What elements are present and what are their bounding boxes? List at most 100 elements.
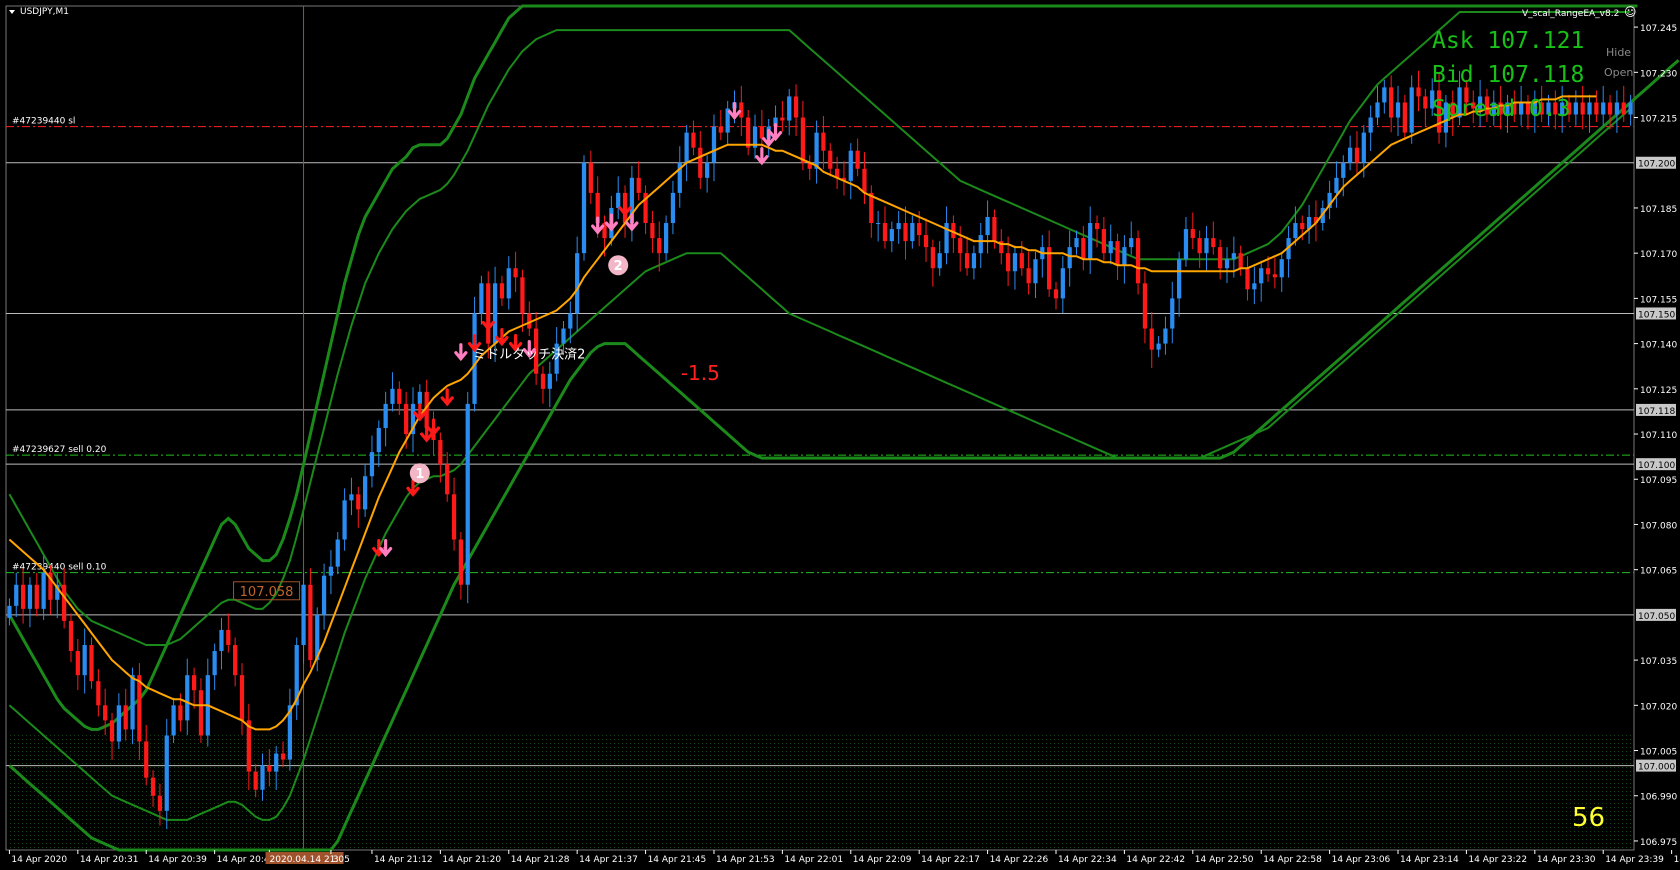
candle: [1190, 212, 1195, 250]
price-tick-label: 107.140: [1640, 341, 1677, 351]
candle: [308, 568, 313, 668]
candle: [527, 301, 532, 337]
candle: [1176, 251, 1182, 317]
time-tick-label: 14 Apr 21:53: [716, 855, 775, 865]
candle: [711, 114, 717, 182]
candle-body: [1019, 253, 1024, 269]
candle: [971, 245, 977, 280]
candle-body: [1382, 87, 1387, 103]
candle-body: [362, 476, 368, 510]
candle-body: [20, 584, 26, 609]
candle: [855, 138, 860, 177]
candle-body: [233, 645, 238, 676]
candle: [89, 637, 94, 689]
time-tick-label: 14 Apr 23:30: [1537, 855, 1596, 865]
candle-body: [1334, 177, 1339, 193]
candle-body: [383, 403, 388, 428]
candle: [1389, 75, 1394, 133]
candle-body: [780, 117, 785, 121]
candle: [636, 161, 641, 201]
time-tick-label: 14 Apr 21:20: [442, 855, 501, 865]
candle: [82, 628, 87, 694]
candle: [910, 215, 915, 249]
candle-body: [684, 132, 689, 163]
candle-body: [1580, 102, 1585, 115]
candle-body: [561, 328, 566, 344]
candle: [458, 531, 464, 600]
candle-body: [438, 440, 443, 465]
candle-body: [390, 388, 395, 404]
candle: [1259, 260, 1264, 302]
candle: [848, 143, 853, 200]
candle-body: [157, 795, 163, 811]
candle-body: [1259, 268, 1264, 284]
time-tick-label: 3: [333, 855, 339, 865]
candle: [499, 275, 505, 306]
candle: [862, 152, 867, 205]
candle-body: [116, 705, 121, 742]
crosshair-price-label: 107.058: [240, 585, 294, 600]
candle-body: [821, 132, 826, 151]
candle-body: [1614, 102, 1620, 115]
sell-signal-arrow: [604, 213, 618, 232]
candle: [1395, 85, 1401, 136]
candle: [1245, 256, 1250, 301]
candle: [185, 658, 190, 736]
candle-body: [746, 117, 751, 148]
candle-body: [123, 705, 128, 730]
candle: [1334, 161, 1339, 208]
candle-body: [267, 765, 272, 772]
candle-body: [1033, 259, 1038, 284]
candle-body: [876, 223, 881, 225]
candle: [321, 563, 327, 630]
candle: [1074, 230, 1079, 255]
candle-body: [27, 584, 33, 609]
candle-body: [1416, 87, 1421, 97]
candle: [643, 185, 648, 235]
candle-body: [212, 651, 217, 676]
candle: [1306, 204, 1312, 244]
time-tick-label: 14 Apr 22:26: [990, 855, 1049, 865]
candle-body: [198, 690, 204, 736]
candle-body: [930, 247, 935, 269]
candle-body: [889, 229, 894, 242]
order-label-0: #47239440 sl: [12, 117, 75, 127]
candle-body: [1149, 328, 1154, 350]
candle: [1218, 239, 1223, 280]
candle-body: [328, 566, 334, 576]
candle-body: [1621, 102, 1626, 115]
time-tick-label: 14 Apr 23:14: [1400, 855, 1459, 865]
candle: [616, 176, 621, 220]
settlement-label: ミドルタッチ決済2: [473, 347, 585, 363]
candle-body: [445, 464, 450, 495]
candle: [705, 155, 710, 193]
symbol-menu-icon[interactable]: [9, 10, 15, 14]
candle: [746, 109, 751, 156]
candle-body: [1170, 298, 1175, 329]
candle: [677, 146, 682, 208]
candle-body: [650, 223, 655, 239]
candle: [1026, 251, 1031, 295]
candle: [828, 143, 833, 177]
candle-body: [1211, 238, 1216, 248]
candle: [1053, 281, 1059, 310]
candle: [280, 741, 286, 768]
candle-body: [356, 494, 361, 510]
moving-average-line: [8, 95, 1597, 731]
candle: [999, 229, 1004, 265]
price-chart[interactable]: #47239440 sl #47239627 sell 0.20 #47239440…: [0, 0, 1680, 870]
candle-body: [171, 705, 176, 736]
candle: [191, 667, 197, 709]
candle-body: [68, 620, 74, 652]
candle: [1402, 94, 1407, 141]
candle-body: [581, 162, 587, 254]
order-label-2: #47239440 sell 0.10: [12, 563, 107, 573]
candle-body: [698, 147, 703, 178]
chart-window[interactable]: #47239440 sl #47239627 sell 0.20 #47239440…: [0, 0, 1680, 870]
candle-body: [103, 705, 108, 721]
candle-body: [670, 192, 676, 224]
candle: [691, 120, 696, 156]
candle: [759, 109, 764, 154]
candle: [1149, 311, 1154, 369]
candle: [923, 218, 929, 262]
